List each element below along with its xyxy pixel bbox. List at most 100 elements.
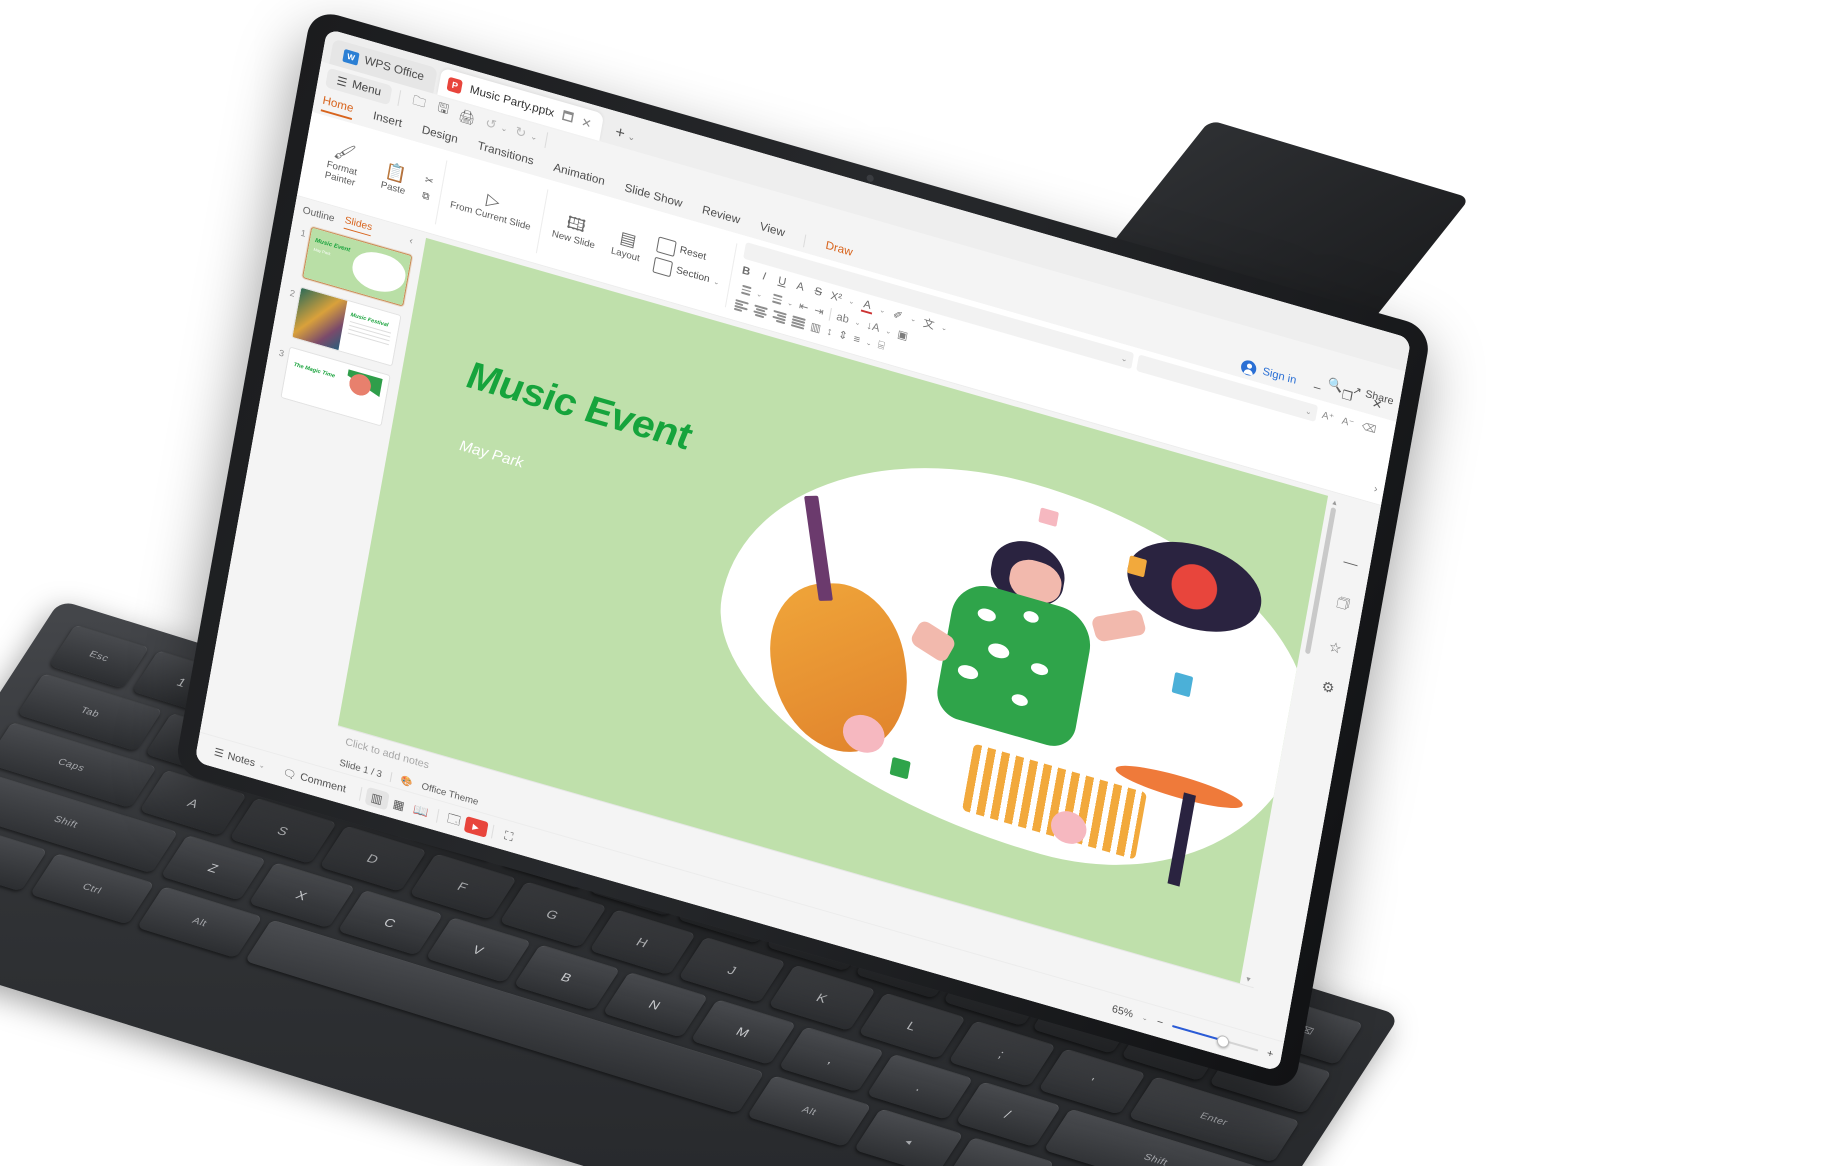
slide-illustration xyxy=(692,404,1329,921)
shapes-icon[interactable]: 🗇 xyxy=(1334,591,1351,618)
italic-button[interactable]: I xyxy=(758,269,771,284)
divider xyxy=(389,772,393,783)
comment-label: Comment xyxy=(299,770,347,796)
clear-format-button[interactable]: ⌫ xyxy=(1361,421,1377,436)
presenter-view-icon[interactable]: 🗔 xyxy=(441,809,466,833)
superscript-button[interactable]: X² xyxy=(830,290,843,305)
chevron-down-icon[interactable]: ⌄ xyxy=(879,306,886,315)
chevron-down-icon[interactable]: ⌄ xyxy=(854,318,861,327)
distribute-columns-button[interactable]: ▥ xyxy=(809,320,822,336)
slide-number: 2 xyxy=(289,287,296,299)
slide-subtitle-text[interactable]: May Park xyxy=(458,438,524,473)
thumbnail-title: The Magic Time xyxy=(293,361,336,380)
chevron-down-icon[interactable]: ⌄ xyxy=(756,289,763,298)
chevron-left-icon[interactable]: ‹ xyxy=(409,235,414,247)
chevron-down-icon[interactable]: ⌄ xyxy=(941,323,948,332)
shrink-font-button[interactable]: A⁻ xyxy=(1341,416,1355,430)
chevron-down-icon[interactable]: ⌄ xyxy=(865,338,872,347)
divider xyxy=(358,786,362,801)
underline-button[interactable]: U xyxy=(776,274,789,289)
reset-label: Reset xyxy=(678,244,707,263)
cut-copy-stack: ✂ ⧉ xyxy=(421,174,434,203)
pptx-file-icon: P xyxy=(446,76,464,95)
align-text-button[interactable]: ⌸ xyxy=(877,339,886,353)
layout-button[interactable]: ▤ Layout xyxy=(601,223,653,268)
sign-in-label: Sign in xyxy=(1261,365,1298,387)
star-icon[interactable]: ☆ xyxy=(1327,638,1343,658)
numbered-list-button[interactable] xyxy=(768,293,783,305)
restore-window-icon[interactable]: 🗖 xyxy=(560,106,575,130)
tab-insert[interactable]: Insert xyxy=(372,110,403,133)
grow-font-button[interactable]: A⁺ xyxy=(1321,410,1335,424)
reset-icon xyxy=(656,235,678,257)
zoom-in-button[interactable]: + xyxy=(1266,1047,1274,1060)
print-preview-icon[interactable]: 🖨 xyxy=(454,105,480,131)
slide-number: 1 xyxy=(299,227,307,239)
undo-chevron-icon[interactable]: ⌄ xyxy=(500,123,508,134)
chevron-down-icon[interactable]: ⌄ xyxy=(848,297,855,306)
close-icon[interactable]: ✕ xyxy=(580,115,593,131)
phonetic-guide-button[interactable]: 文 xyxy=(922,314,936,333)
redo-icon[interactable]: ↻ xyxy=(508,120,534,146)
paste-button[interactable]: 📋 Paste xyxy=(369,157,421,202)
slide-number: 3 xyxy=(278,347,285,359)
align-left-button[interactable] xyxy=(733,299,749,312)
collapse-icon[interactable]: — xyxy=(1342,553,1359,572)
justify-button[interactable] xyxy=(790,315,806,330)
tab-draw[interactable]: Draw xyxy=(824,239,854,261)
new-slide-button[interactable]: 🖽 New Slide xyxy=(549,208,601,253)
copy-button[interactable]: ⧉ xyxy=(421,190,431,203)
section-label: Section xyxy=(675,264,711,286)
increase-indent-button[interactable]: ⇥ xyxy=(813,304,824,319)
slide-sorter-icon[interactable]: ▦ xyxy=(386,793,411,817)
chevron-down-icon[interactable]: ⌄ xyxy=(1141,1013,1148,1022)
text-box-button[interactable]: ▣ xyxy=(896,327,909,343)
fit-to-window-icon[interactable]: ⛶ xyxy=(496,824,521,848)
zoom-out-button[interactable]: − xyxy=(1156,1016,1164,1029)
divider xyxy=(490,824,494,839)
play-circle-icon: ▷ xyxy=(484,189,502,212)
settings-sliders-icon[interactable]: ⚙ xyxy=(1320,678,1335,698)
line-spacing-increase-button[interactable]: ↕ xyxy=(826,325,834,338)
align-center-button[interactable] xyxy=(753,304,768,318)
highlight-button[interactable]: ✐ xyxy=(891,307,904,323)
minimize-button[interactable]: – xyxy=(1307,378,1327,397)
save-icon[interactable]: 🖫 xyxy=(430,98,456,124)
chevron-down-icon[interactable]: ⌄ xyxy=(787,298,794,307)
divider xyxy=(828,307,832,321)
chevron-down-icon: ⌄ xyxy=(712,278,720,287)
bold-button[interactable]: B xyxy=(740,264,753,279)
play-slideshow-icon[interactable]: ▶ xyxy=(463,815,489,838)
normal-view-icon[interactable]: ▥ xyxy=(364,786,390,811)
bullet-list-button[interactable] xyxy=(737,284,752,296)
decrease-indent-button[interactable]: ⇤ xyxy=(798,299,809,314)
chevron-down-icon[interactable]: ⌄ xyxy=(910,315,917,324)
chevron-down-icon[interactable]: ⌄ xyxy=(885,326,892,335)
undo-icon[interactable]: ↺ xyxy=(478,111,504,137)
strikethrough-button[interactable]: S xyxy=(812,285,825,300)
open-folder-icon[interactable]: 🗀 xyxy=(406,91,432,117)
text-effects-button[interactable]: A xyxy=(794,280,807,295)
zoom-slider-knob[interactable] xyxy=(1215,1033,1230,1049)
from-current-slide-button[interactable]: ▷ From Current Slide xyxy=(448,180,536,235)
paragraph-spacing-button[interactable]: ⇕ xyxy=(837,328,848,343)
tab-home[interactable]: Home xyxy=(320,94,355,120)
align-right-button[interactable] xyxy=(772,310,787,324)
tab-view[interactable]: View xyxy=(758,220,786,242)
cut-button[interactable]: ✂ xyxy=(424,174,434,187)
format-painter-button[interactable]: 🖌 Format Painter xyxy=(316,137,370,192)
sort-button[interactable]: ↓A xyxy=(866,319,881,334)
line-spacing-button[interactable]: ≡ xyxy=(853,333,862,346)
thumbnail-illustration xyxy=(341,369,383,418)
scroll-down-arrow[interactable]: ▼ xyxy=(1244,976,1252,985)
notes-icon: ☰ xyxy=(213,746,225,761)
chevron-down-icon[interactable]: ⌄ xyxy=(627,131,636,144)
reading-view-icon[interactable]: 📖 xyxy=(408,799,433,823)
font-color-button[interactable]: A xyxy=(860,297,874,315)
screenshot-root: Esc 1 2 3 4 5 6 7 8 9 0 - = Del ⌫ xyxy=(0,0,1824,1166)
customize-chevron-icon[interactable]: ⌄ xyxy=(530,131,538,142)
text-direction-button[interactable]: ab xyxy=(836,310,850,325)
hamburger-icon: ☰ xyxy=(335,75,348,90)
slide-title-text[interactable]: Music Event xyxy=(464,353,694,459)
front-camera xyxy=(866,173,875,183)
